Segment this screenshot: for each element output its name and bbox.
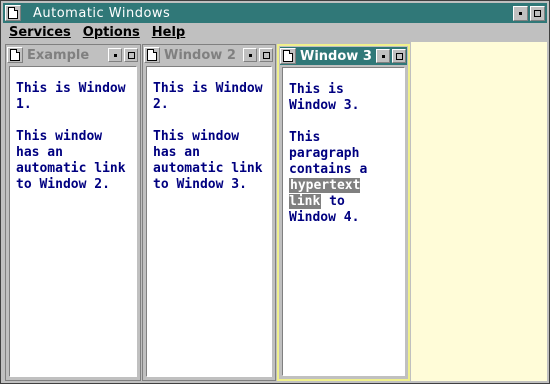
maximize-icon bbox=[534, 9, 541, 17]
paragraph-text: This paragraph contains a bbox=[289, 130, 368, 177]
child-content-3: This is Window 3. This paragraph contain… bbox=[282, 67, 405, 376]
minimize-icon bbox=[113, 53, 117, 57]
child-maximize-button[interactable] bbox=[124, 48, 138, 62]
paragraph-with-link: This paragraph contains a hypertext link… bbox=[289, 130, 398, 226]
child-window-1[interactable]: Example This is Window 1. This window ha… bbox=[5, 44, 141, 381]
child-title-bar-1[interactable]: Example bbox=[7, 46, 139, 64]
maximize-button[interactable] bbox=[530, 5, 545, 21]
main-window: Automatic Windows Services Options Help … bbox=[0, 0, 550, 384]
child-minimize-button[interactable] bbox=[108, 48, 122, 62]
minimize-icon bbox=[519, 11, 522, 15]
minimize-icon bbox=[248, 53, 252, 57]
child-maximize-button[interactable] bbox=[392, 49, 406, 63]
child-content-1: This is Window 1. This window has an aut… bbox=[9, 66, 137, 377]
menu-services[interactable]: Services bbox=[3, 25, 77, 40]
child-system-menu-button[interactable] bbox=[7, 47, 23, 63]
maximize-icon bbox=[395, 52, 403, 60]
paragraph: This is Window 2. bbox=[153, 81, 263, 112]
child-window-title: Window 3 bbox=[300, 48, 372, 64]
child-system-menu-button[interactable] bbox=[280, 48, 296, 64]
paragraph: This window has an automatic link to Win… bbox=[153, 129, 263, 192]
document-icon bbox=[10, 49, 20, 61]
document-icon bbox=[283, 50, 293, 62]
empty-workspace-area bbox=[411, 42, 547, 381]
window-title: Automatic Windows bbox=[33, 5, 171, 21]
child-maximize-button[interactable] bbox=[259, 48, 273, 62]
menu-options[interactable]: Options bbox=[77, 25, 146, 40]
child-window-3[interactable]: Window 3 This is Window 3. This paragrap… bbox=[277, 44, 410, 381]
child-title-bar-2[interactable]: Window 2 bbox=[144, 46, 274, 64]
system-menu-button[interactable] bbox=[5, 5, 21, 21]
hypertext-link[interactable]: hypertext link bbox=[289, 178, 361, 209]
workspace: Example This is Window 1. This window ha… bbox=[3, 42, 547, 381]
paragraph: This is Window 1. bbox=[16, 81, 126, 112]
child-window-2[interactable]: Window 2 This is Window 2. This window h… bbox=[142, 44, 276, 381]
child-content-2: This is Window 2. This window has an aut… bbox=[146, 66, 272, 377]
child-minimize-button[interactable] bbox=[243, 48, 257, 62]
minimize-icon bbox=[381, 54, 385, 58]
maximize-icon bbox=[127, 51, 135, 59]
child-minimize-button[interactable] bbox=[376, 49, 390, 63]
paragraph: This is Window 3. bbox=[289, 82, 360, 113]
menu-help[interactable]: Help bbox=[146, 25, 191, 40]
menu-bar: Services Options Help bbox=[3, 23, 547, 41]
maximize-icon bbox=[262, 51, 270, 59]
child-window-title: Window 2 bbox=[164, 47, 236, 63]
minimize-button[interactable] bbox=[513, 5, 528, 21]
document-icon bbox=[8, 7, 18, 19]
paragraph: This window has an automatic link to Win… bbox=[16, 129, 126, 192]
child-system-menu-button[interactable] bbox=[144, 47, 160, 63]
document-icon bbox=[147, 49, 157, 61]
child-title-bar-3[interactable]: Window 3 bbox=[280, 47, 407, 65]
main-title-bar[interactable]: Automatic Windows bbox=[3, 3, 547, 23]
child-window-title: Example bbox=[27, 47, 90, 63]
